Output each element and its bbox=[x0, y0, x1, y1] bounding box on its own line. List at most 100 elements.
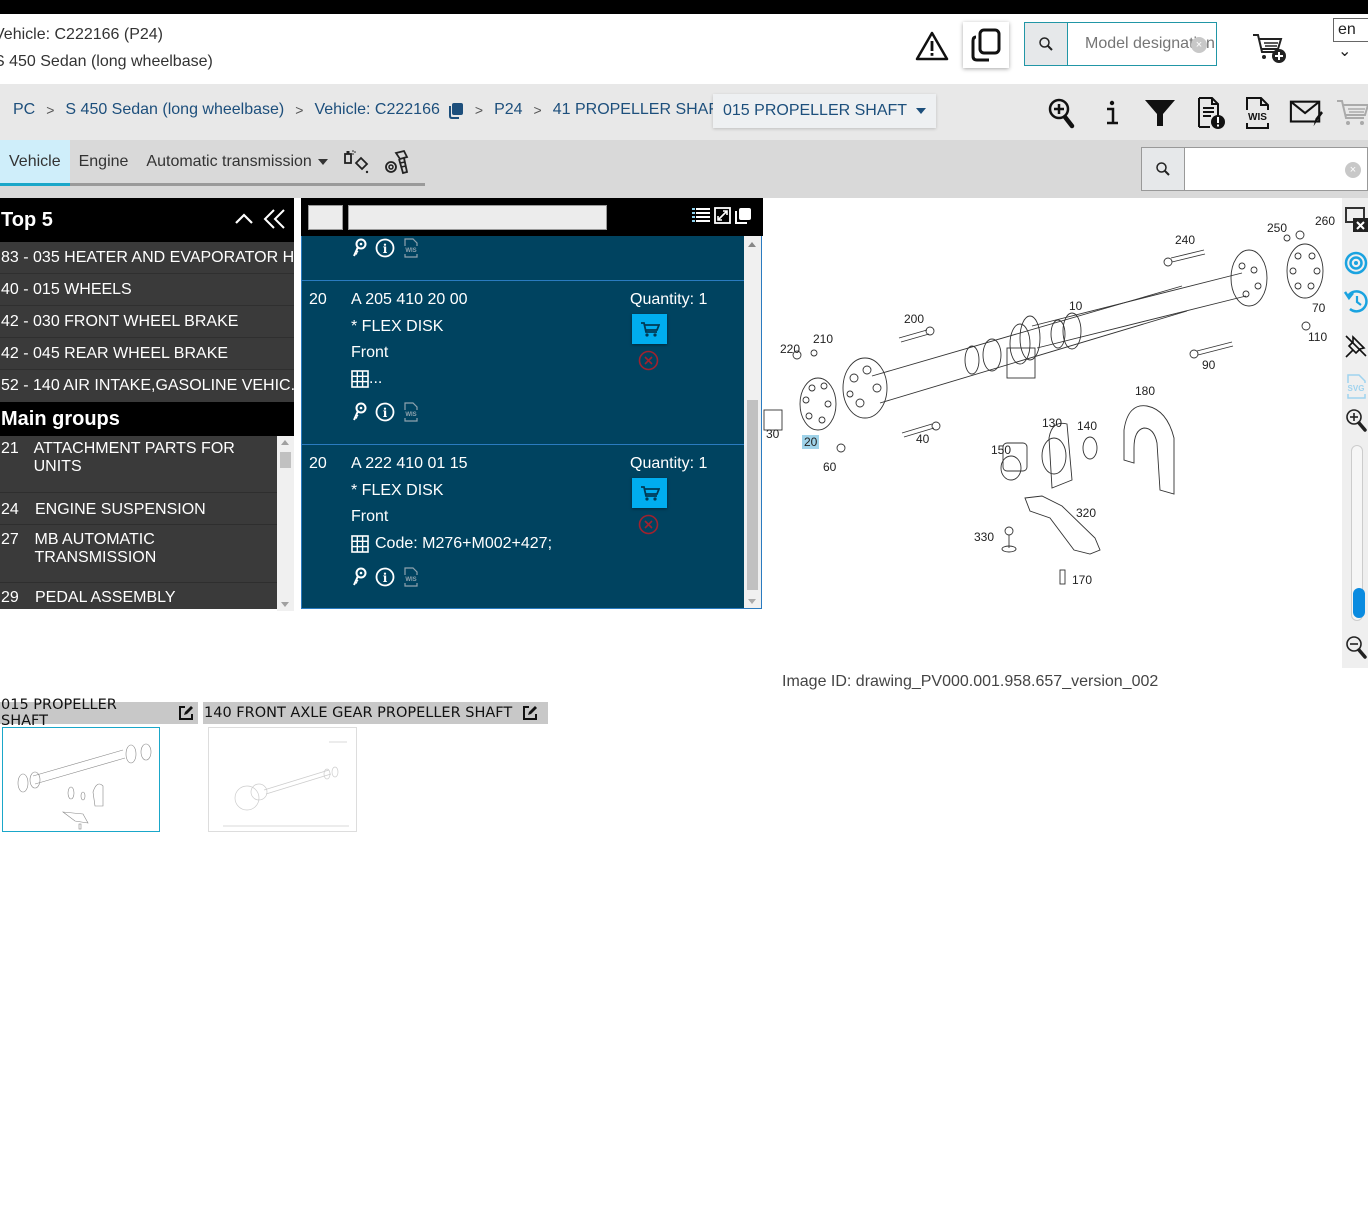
key-icon[interactable] bbox=[351, 402, 367, 422]
collapse-up-button[interactable] bbox=[234, 208, 254, 236]
callout-140[interactable]: 140 bbox=[1077, 419, 1097, 433]
drawing-zoom-in-button[interactable] bbox=[1344, 407, 1368, 433]
thumbnail-tab-015[interactable]: 015 PROPELLER SHAFT bbox=[0, 697, 198, 729]
copy-vehicle-icon[interactable] bbox=[447, 102, 464, 119]
wis-doc-icon[interactable]: WIS bbox=[403, 402, 419, 422]
callout-240[interactable]: 240 bbox=[1175, 233, 1195, 247]
callout-30[interactable]: 30 bbox=[766, 427, 779, 441]
top5-item[interactable]: 83 - 035 HEATER AND EVAPORATOR H... bbox=[0, 242, 294, 274]
copy-button[interactable] bbox=[963, 22, 1009, 68]
callout-170[interactable]: 170 bbox=[1072, 573, 1092, 587]
callout-150[interactable]: 150 bbox=[991, 443, 1011, 457]
filter-button[interactable] bbox=[1143, 96, 1177, 130]
hardware-tab[interactable] bbox=[377, 140, 417, 183]
main-groups-scrollbar[interactable] bbox=[277, 436, 294, 611]
parts-list-scrollbar[interactable] bbox=[744, 236, 761, 608]
parts-search-input[interactable] bbox=[1185, 148, 1367, 190]
breadcrumb-p24[interactable]: P24 bbox=[494, 101, 522, 119]
breadcrumb-model[interactable]: S 450 Sedan (long wheelbase) bbox=[65, 101, 284, 119]
part-filter-input[interactable] bbox=[348, 205, 607, 230]
add-part-to-cart-button[interactable] bbox=[632, 478, 667, 508]
target-button[interactable] bbox=[1344, 250, 1368, 276]
wis-button[interactable]: WIS bbox=[1241, 96, 1275, 130]
key-icon[interactable] bbox=[351, 238, 367, 258]
position-filter-input[interactable] bbox=[308, 205, 343, 230]
breadcrumb-pc[interactable]: PC bbox=[13, 101, 35, 119]
edit-icon[interactable] bbox=[178, 705, 194, 721]
table-icon[interactable] bbox=[351, 370, 369, 388]
detach-button[interactable] bbox=[734, 207, 752, 230]
part-row[interactable]: 20 A 222 410 01 15 * FLEX DISK Front Cod… bbox=[302, 444, 745, 608]
thumbnail-015-propeller-shaft[interactable] bbox=[2, 727, 160, 832]
breadcrumb-group[interactable]: 41 PROPELLER SHAFT bbox=[553, 101, 728, 119]
callout-180[interactable]: 180 bbox=[1135, 384, 1155, 398]
callout-200[interactable]: 200 bbox=[904, 312, 924, 326]
expand-button[interactable] bbox=[714, 207, 731, 229]
tab-automatic-transmission[interactable]: Automatic transmission bbox=[137, 140, 336, 183]
main-group-item[interactable]: 21 ATTACHMENT PARTS FOR UNITS bbox=[0, 436, 277, 493]
language-select[interactable]: en ⌄ bbox=[1333, 18, 1368, 60]
callout-220[interactable]: 220 bbox=[780, 342, 800, 356]
top5-item[interactable]: 40 - 015 WHEELS bbox=[0, 274, 294, 306]
zoom-in-button[interactable] bbox=[1045, 96, 1079, 130]
callout-90[interactable]: 90 bbox=[1202, 358, 1215, 372]
cart-button[interactable] bbox=[1336, 96, 1368, 130]
clear-search-icon[interactable]: × bbox=[1191, 37, 1207, 53]
info-circle-icon[interactable]: i bbox=[375, 238, 395, 258]
info-circle-icon[interactable]: i bbox=[375, 567, 395, 587]
clear-search-icon[interactable]: × bbox=[1345, 162, 1361, 178]
edit-icon[interactable] bbox=[522, 705, 538, 721]
main-group-item[interactable]: 27 MB AUTOMATIC TRANSMISSION bbox=[0, 525, 277, 583]
warning-button[interactable] bbox=[915, 30, 949, 62]
tab-engine[interactable]: Engine bbox=[70, 140, 138, 183]
callout-70[interactable]: 70 bbox=[1312, 301, 1325, 315]
add-to-cart-button[interactable] bbox=[1252, 32, 1288, 64]
scroll-thumb[interactable] bbox=[747, 400, 758, 590]
subgroup-dropdown[interactable]: 015 PROPELLER SHAFT bbox=[713, 94, 937, 128]
close-drawing-button[interactable] bbox=[1344, 206, 1368, 232]
history-button[interactable] bbox=[1344, 288, 1368, 314]
callout-110[interactable]: 110 bbox=[1308, 330, 1327, 344]
main-group-item[interactable]: 29 PEDAL ASSEMBLY bbox=[0, 583, 277, 611]
callout-330[interactable]: 330 bbox=[974, 530, 994, 544]
search-button[interactable] bbox=[1025, 23, 1068, 65]
thumbnail-140-front-axle-gear[interactable] bbox=[208, 727, 357, 832]
callout-10[interactable]: 10 bbox=[1069, 299, 1082, 313]
callout-210[interactable]: 210 bbox=[813, 332, 833, 346]
mail-button[interactable] bbox=[1289, 96, 1323, 130]
wis-doc-icon[interactable]: WIS bbox=[403, 238, 419, 258]
table-icon[interactable] bbox=[351, 535, 369, 553]
add-part-to-cart-button[interactable] bbox=[632, 314, 667, 344]
callout-20[interactable]: 20 bbox=[802, 435, 820, 449]
drawing-zoom-out-button[interactable] bbox=[1344, 634, 1368, 660]
callout-130[interactable]: 130 bbox=[1042, 416, 1062, 430]
notes-button[interactable] bbox=[1194, 96, 1228, 130]
scroll-thumb[interactable] bbox=[280, 452, 291, 468]
thumbnail-tab-140[interactable]: 140 FRONT AXLE GEAR PROPELLER SHAFT bbox=[203, 702, 548, 724]
collapse-panel-button[interactable] bbox=[263, 208, 287, 236]
remove-part-button[interactable] bbox=[638, 514, 659, 535]
exploded-drawing[interactable]: 10 20 30 40 60 70 90 110 130 140 150 170… bbox=[762, 198, 1342, 598]
tab-vehicle[interactable]: Vehicle bbox=[0, 140, 70, 186]
unpin-button[interactable] bbox=[1344, 333, 1368, 359]
callout-40[interactable]: 40 bbox=[916, 432, 929, 446]
part-number[interactable]: A 222 410 01 15 bbox=[351, 455, 468, 473]
svg-export-button[interactable]: SVG bbox=[1344, 373, 1368, 399]
scroll-up-icon[interactable] bbox=[281, 440, 289, 445]
zoom-slider-thumb[interactable] bbox=[1353, 588, 1365, 618]
scroll-down-icon[interactable] bbox=[281, 602, 289, 607]
breadcrumb-vehicle[interactable]: Vehicle: C222166 bbox=[314, 101, 439, 119]
parts-search-button[interactable] bbox=[1142, 148, 1185, 190]
scroll-down-icon[interactable] bbox=[748, 599, 756, 604]
callout-250[interactable]: 250 bbox=[1267, 221, 1287, 235]
callout-320[interactable]: 320 bbox=[1076, 506, 1096, 520]
top5-item[interactable]: 42 - 030 FRONT WHEEL BRAKE bbox=[0, 306, 294, 338]
paint-tab[interactable] bbox=[337, 140, 377, 183]
wis-doc-icon[interactable]: WIS bbox=[403, 567, 419, 587]
list-view-button[interactable] bbox=[692, 207, 710, 229]
scroll-up-icon[interactable] bbox=[748, 242, 756, 247]
part-number[interactable]: A 205 410 20 00 bbox=[351, 291, 468, 309]
info-circle-icon[interactable]: i bbox=[375, 402, 395, 422]
callout-260[interactable]: 260 bbox=[1315, 214, 1335, 228]
key-icon[interactable] bbox=[351, 567, 367, 587]
